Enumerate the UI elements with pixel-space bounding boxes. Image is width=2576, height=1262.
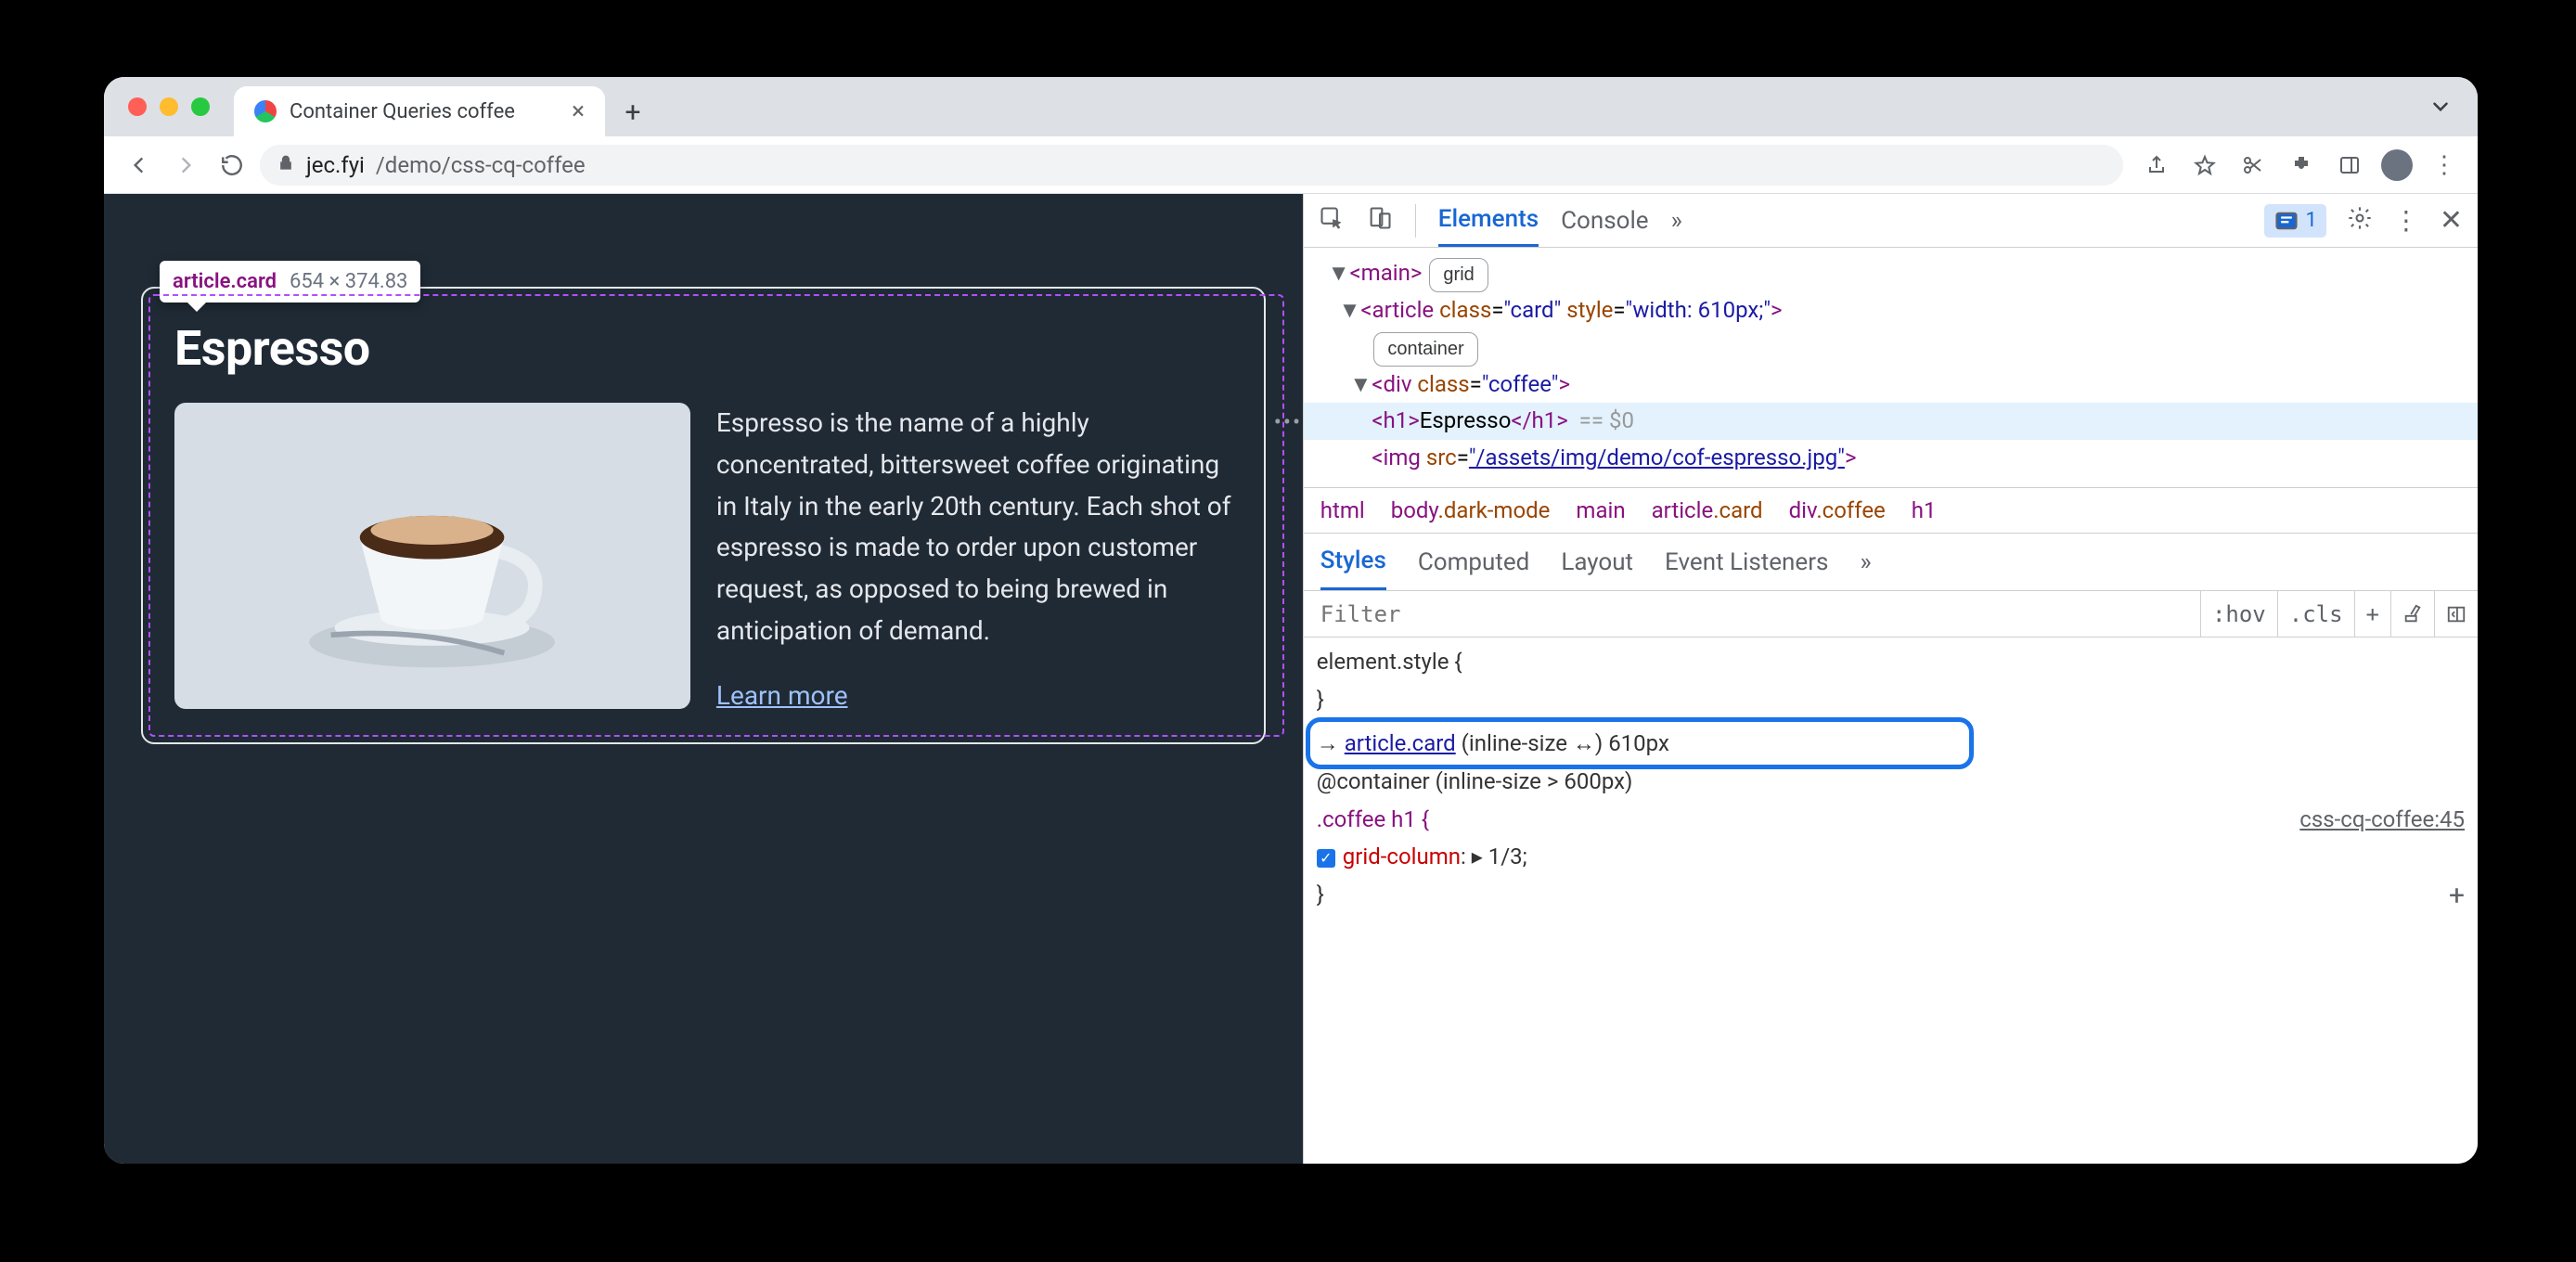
tab-console[interactable]: Console	[1561, 196, 1648, 246]
menu-icon[interactable]: ⋮	[2428, 148, 2461, 182]
profile-avatar[interactable]	[2381, 149, 2413, 181]
issues-badge[interactable]: 1	[2264, 204, 2325, 238]
add-property-icon[interactable]: +	[2449, 872, 2465, 920]
styles-overflow-icon[interactable]: »	[1860, 548, 1871, 576]
back-button[interactable]	[121, 147, 158, 184]
panel-toggle-icon[interactable]	[2434, 591, 2478, 637]
learn-more-link[interactable]: Learn more	[716, 680, 1232, 711]
window-controls	[128, 97, 210, 116]
share-icon[interactable]	[2140, 148, 2173, 182]
sidepanel-icon[interactable]	[2333, 148, 2366, 182]
source-file-link[interactable]: css-cq-coffee:45	[2299, 801, 2465, 839]
styles-pane[interactable]: element.style { } → article.card (inline…	[1304, 637, 2478, 920]
tip-dimensions: 654 × 374.83	[290, 270, 407, 293]
dom-selected-row[interactable]: ••• <h1>Espresso</h1> == $0	[1304, 403, 2478, 440]
paintbrush-icon[interactable]	[2390, 591, 2434, 637]
inspect-tooltip: article.card 654 × 374.83	[160, 261, 420, 303]
extensions-icon[interactable]	[2285, 148, 2318, 182]
devtools-toolbar: Elements Console » 1 ⋮ ✕	[1304, 194, 2478, 248]
bookmark-icon[interactable]	[2188, 148, 2222, 182]
url-bar: jec.fyi/demo/css-cq-coffee ⋮	[104, 136, 2478, 194]
url-host: jec.fyi	[306, 152, 365, 178]
crumb-div[interactable]: div.coffee	[1789, 497, 1886, 523]
cq-source-link[interactable]: article.card	[1345, 730, 1456, 756]
card-body: Espresso is the name of a highly concent…	[716, 403, 1232, 652]
new-tab-button[interactable]: +	[614, 94, 651, 131]
maximize-window[interactable]	[191, 97, 210, 116]
dom-tree[interactable]: ▼<main>grid ▼<article class="card" style…	[1304, 248, 2478, 487]
page-viewport: article.card 654 × 374.83 Espresso	[104, 194, 1303, 1164]
tab-favicon	[254, 100, 277, 122]
minimize-window[interactable]	[160, 97, 178, 116]
forward-button[interactable]	[167, 147, 204, 184]
address-bar[interactable]: jec.fyi/demo/css-cq-coffee	[260, 145, 2123, 186]
computed-tab[interactable]: Computed	[1418, 535, 1529, 589]
breadcrumb[interactable]: html body.dark-mode main article.card di…	[1304, 487, 2478, 534]
crumb-article[interactable]: article.card	[1652, 497, 1763, 523]
card: article.card 654 × 374.83 Espresso	[141, 287, 1266, 744]
tabs-dropdown-icon[interactable]	[2420, 90, 2461, 123]
styles-tab[interactable]: Styles	[1320, 534, 1386, 590]
tip-selector: article.card	[173, 270, 277, 293]
styles-tabs: Styles Computed Layout Event Listeners »	[1304, 534, 2478, 591]
lock-icon	[277, 152, 295, 178]
hov-toggle[interactable]: :hov	[2200, 591, 2277, 637]
filter-input[interactable]	[1304, 601, 2200, 627]
url-path: /demo/css-cq-coffee	[376, 152, 586, 178]
new-rule-icon[interactable]: +	[2354, 591, 2390, 637]
property-checkbox[interactable]: ✓	[1317, 849, 1335, 868]
browser-tab[interactable]: Container Queries coffee ×	[234, 86, 605, 136]
styles-filter: :hov .cls +	[1304, 591, 2478, 637]
close-devtools-icon[interactable]: ✕	[2440, 204, 2463, 237]
cls-toggle[interactable]: .cls	[2277, 591, 2354, 637]
crumb-html[interactable]: html	[1320, 497, 1365, 523]
devtools: Elements Console » 1 ⋮ ✕ ▼<main>grid	[1303, 194, 2478, 1164]
close-tab-icon[interactable]: ×	[572, 99, 585, 123]
reload-button[interactable]	[213, 147, 251, 184]
tab-elements[interactable]: Elements	[1438, 194, 1539, 247]
device-icon[interactable]	[1367, 205, 1393, 237]
layout-tab[interactable]: Layout	[1561, 535, 1633, 589]
scissors-icon[interactable]	[2236, 148, 2270, 182]
inspect-icon[interactable]	[1319, 205, 1345, 237]
crumb-h1[interactable]: h1	[1912, 497, 1937, 523]
crumb-body[interactable]: body.dark-mode	[1391, 497, 1551, 523]
tab-strip: Container Queries coffee × +	[104, 77, 2478, 136]
event-listeners-tab[interactable]: Event Listeners	[1665, 535, 1828, 589]
card-image	[174, 403, 690, 709]
tabs-overflow-icon[interactable]: »	[1671, 207, 1682, 235]
tab-title: Container Queries coffee	[290, 100, 515, 123]
close-window[interactable]	[128, 97, 147, 116]
card-heading: Espresso	[174, 320, 1232, 377]
settings-icon[interactable]	[2347, 205, 2373, 237]
kebab-icon[interactable]: ⋮	[2393, 205, 2419, 236]
crumb-main[interactable]: main	[1576, 497, 1625, 523]
